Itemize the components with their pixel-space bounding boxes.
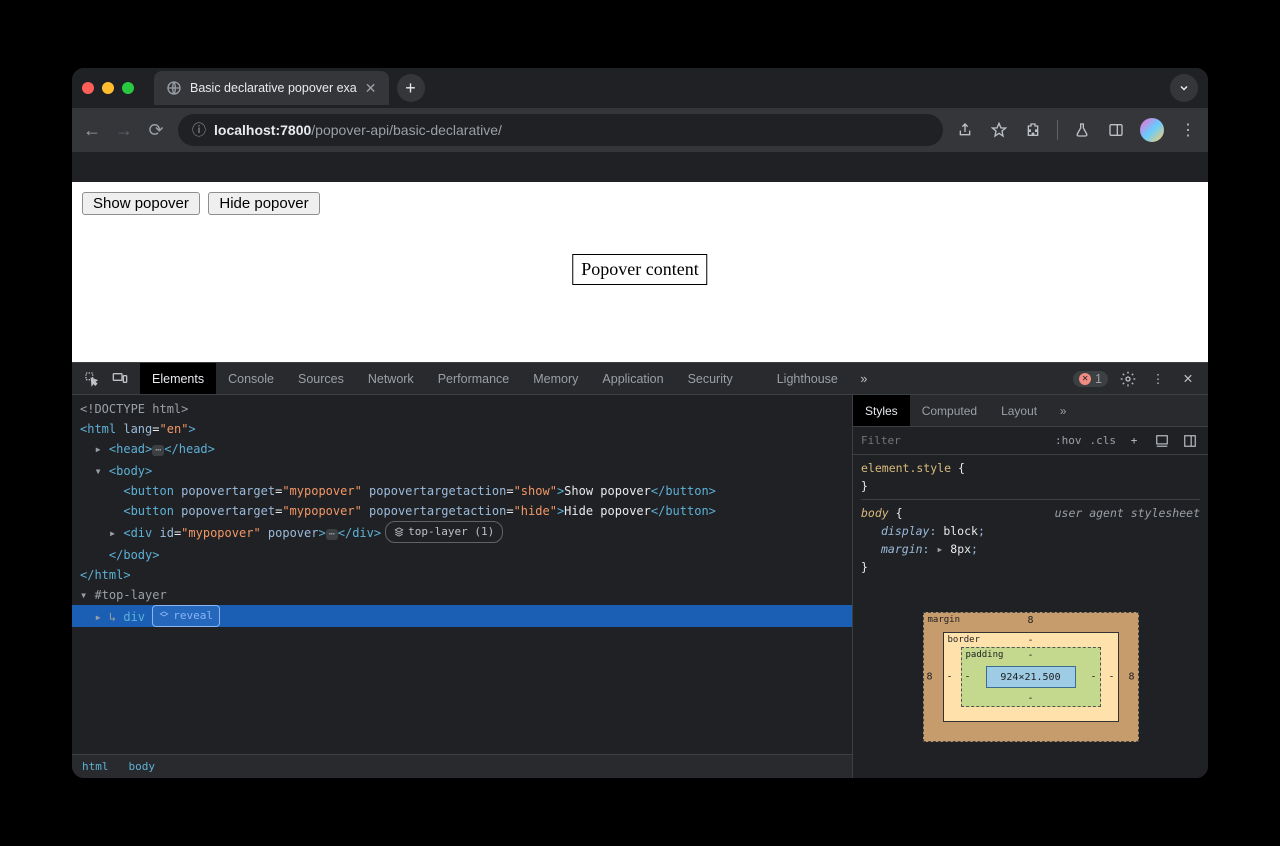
styles-filter-input[interactable] [861,434,1047,447]
devtools-tabbar: Elements Console Sources Network Perform… [72,363,1208,395]
window-controls [82,82,134,94]
minimize-window-button[interactable] [102,82,114,94]
more-styles-tabs-icon[interactable]: » [1053,401,1073,421]
chrome-menu-icon[interactable]: ⋮ [1178,120,1198,140]
url: localhost:7800/popover-api/basic-declara… [214,122,502,138]
tab-sources[interactable]: Sources [286,363,356,394]
inspect-icon[interactable] [82,369,102,389]
divider [1057,120,1058,140]
devtools-body: <!DOCTYPE html> <html lang="en"> ▸ <head… [72,395,1208,778]
profile-avatar[interactable] [1140,118,1164,142]
error-badge[interactable]: ✕ 1 [1073,371,1108,387]
styles-panel: Styles Computed Layout » :hov .cls + ele… [852,395,1208,778]
toolbar-actions: ⋮ [955,118,1198,142]
toolbar: ← → ⟳ ⓘ localhost:7800/popover-api/basic… [72,108,1208,152]
cls-toggle[interactable]: .cls [1090,434,1117,447]
error-count: 1 [1095,372,1102,386]
tab-styles[interactable]: Styles [853,395,910,426]
tab-elements[interactable]: Elements [140,363,216,394]
styles-sidebar-icon[interactable] [1180,431,1200,451]
tab-overflow-button[interactable] [1170,74,1198,102]
close-tab-icon[interactable]: ✕ [365,80,377,97]
toolbar-spacer [72,152,1208,182]
styles-filter-bar: :hov .cls + [853,427,1208,455]
globe-icon [166,80,182,96]
error-icon: ✕ [1079,373,1091,385]
side-panel-icon[interactable] [1106,120,1126,140]
computed-styles-icon[interactable] [1152,431,1172,451]
close-window-button[interactable] [82,82,94,94]
tab-performance[interactable]: Performance [426,363,522,394]
breadcrumb-body[interactable]: body [119,760,166,773]
maximize-window-button[interactable] [122,82,134,94]
styles-rules[interactable]: element.style { } body {user agent style… [853,455,1208,580]
tab-computed[interactable]: Computed [910,395,989,426]
tab-title: Basic declarative popover exa [190,81,357,95]
new-tab-button[interactable]: + [397,74,425,102]
tab-layout[interactable]: Layout [989,395,1049,426]
breadcrumb-html[interactable]: html [72,760,119,773]
breadcrumb: html body [72,754,852,778]
forward-button[interactable]: → [114,120,134,141]
close-devtools-icon[interactable]: ✕ [1178,369,1198,389]
extensions-icon[interactable] [1023,120,1043,140]
device-toggle-icon[interactable] [110,369,130,389]
devtools-menu-icon[interactable]: ⋮ [1148,369,1168,389]
bookmark-icon[interactable] [989,120,1009,140]
browser-window: Basic declarative popover exa ✕ + ← → ⟳ … [72,68,1208,778]
reload-button[interactable]: ⟳ [146,120,166,141]
devtools: Elements Console Sources Network Perform… [72,362,1208,778]
share-icon[interactable] [955,120,975,140]
more-tabs-icon[interactable]: » [854,369,874,389]
dom-tree[interactable]: <!DOCTYPE html> <html lang="en"> ▸ <head… [72,395,852,754]
tab-lighthouse[interactable]: Lighthouse [765,363,850,394]
tab-console[interactable]: Console [216,363,286,394]
top-layer-badge[interactable]: top-layer (1) [385,521,503,543]
elements-panel: <!DOCTYPE html> <html lang="en"> ▸ <head… [72,395,852,778]
tab-network[interactable]: Network [356,363,426,394]
tab-memory[interactable]: Memory [521,363,590,394]
page-content: Show popover Hide popover Popover conten… [72,182,1208,362]
reveal-badge[interactable]: reveal [152,605,220,627]
new-style-rule-icon[interactable]: + [1124,431,1144,451]
hov-toggle[interactable]: :hov [1055,434,1082,447]
address-bar[interactable]: ⓘ localhost:7800/popover-api/basic-decla… [178,114,943,146]
labs-icon[interactable] [1072,120,1092,140]
back-button[interactable]: ← [82,120,102,141]
box-model-content: 924×21.500 [986,666,1076,688]
popover: Popover content [572,254,707,285]
show-popover-button[interactable]: Show popover [82,192,200,215]
styles-tabs: Styles Computed Layout » [853,395,1208,427]
dom-selected-row[interactable]: ▸ ↳ div reveal [72,605,852,627]
dom-doctype: <!DOCTYPE html> [80,402,188,416]
site-info-icon[interactable]: ⓘ [192,120,206,140]
tab-security[interactable]: Security [676,363,745,394]
browser-tab[interactable]: Basic declarative popover exa ✕ [154,71,389,105]
settings-gear-icon[interactable] [1118,369,1138,389]
hide-popover-button[interactable]: Hide popover [208,192,319,215]
box-model[interactable]: margin 8 8 8 border - - - padding - [853,580,1208,778]
tab-application[interactable]: Application [590,363,675,394]
tab-strip: Basic declarative popover exa ✕ + [72,68,1208,108]
